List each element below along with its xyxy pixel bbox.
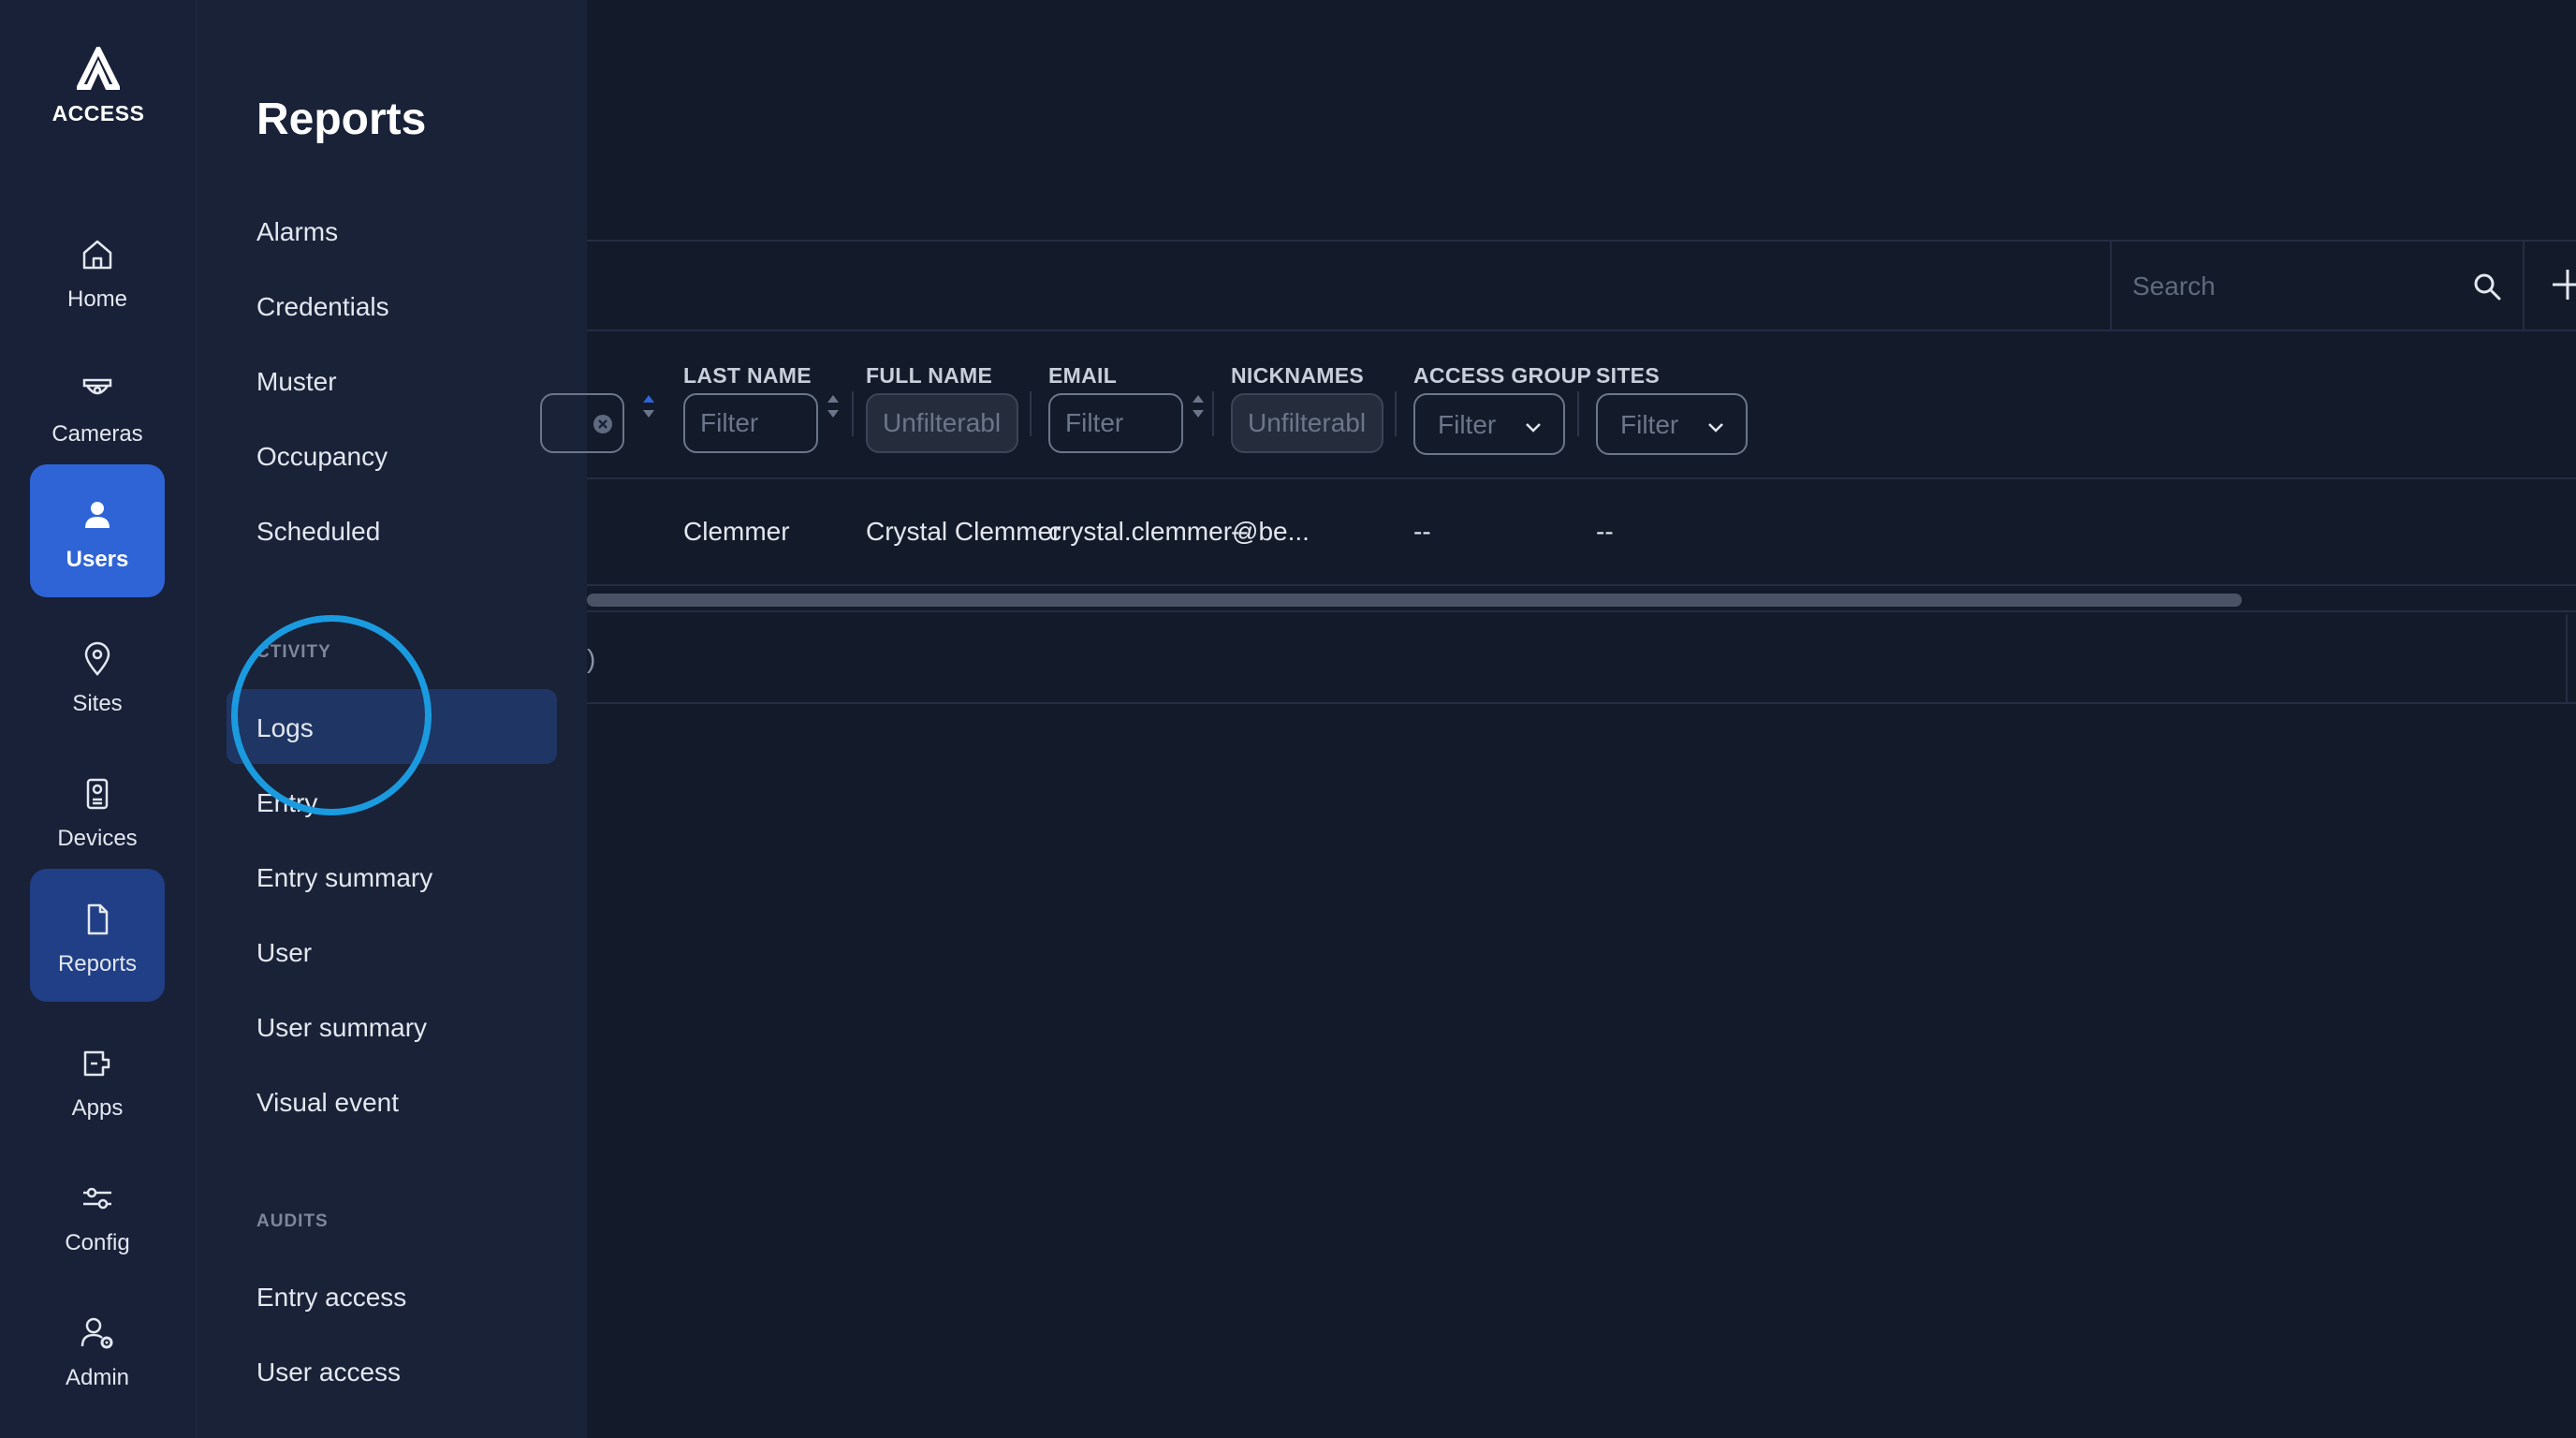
footer-edge-divider [2566, 614, 2568, 704]
location-pin-icon [84, 641, 110, 676]
nav-home-label: Home [66, 286, 128, 312]
nicknames-filter [1231, 393, 1383, 453]
app-root: ACCESS Home Cameras Users Sites Devices … [0, 0, 2576, 1438]
column-divider [1030, 391, 1032, 436]
apps-icon [83, 1050, 110, 1077]
sliders-icon [83, 1187, 111, 1210]
nav-apps[interactable]: Apps [30, 1013, 165, 1146]
column-divider [852, 391, 854, 436]
column-divider [1577, 391, 1579, 436]
col-header-last-name[interactable]: LAST NAME [683, 363, 812, 389]
col-header-nicknames[interactable]: NICKNAMES [1231, 363, 1364, 389]
search-box [2110, 242, 2525, 331]
cell-email: crystal.clemmer@be... [1048, 517, 1310, 546]
nav-reports[interactable]: Reports [30, 869, 165, 1002]
cell-last-name: Clemmer [683, 517, 790, 546]
brand-name: ACCESS [51, 101, 145, 125]
full-name-filter [866, 393, 1018, 453]
nav-apps-label: Apps [71, 1095, 124, 1121]
nav-users-label: Users [66, 547, 129, 572]
col-header-full-name[interactable]: FULL NAME [866, 363, 992, 389]
nav-cameras-label: Cameras [51, 421, 143, 447]
table-header-row: LAST NAME FULL NAME EMAIL NICKNAMES ACCE… [540, 333, 2576, 479]
access-group-filter-select[interactable]: Filter [1413, 393, 1565, 455]
user-gear-icon [80, 1317, 113, 1349]
cell-full-name: Crystal Clemmer [866, 517, 1061, 546]
search-input[interactable] [2132, 264, 2441, 309]
table-row[interactable]: Clemmer Crystal Clemmer crystal.clemmer@… [587, 481, 2576, 582]
access-logo-icon [77, 47, 120, 90]
table-footer: ) [587, 614, 2576, 704]
clear-filter-icon[interactable] [593, 414, 613, 434]
report-item-alarms[interactable]: Alarms [256, 217, 338, 247]
panel-title: Reports [256, 95, 427, 144]
table-toolbar [587, 240, 2576, 331]
nav-reports-label: Reports [57, 951, 138, 976]
chevron-down-icon [1526, 423, 1541, 433]
nav-config[interactable]: Config [30, 1148, 165, 1281]
nav-home[interactable]: Home [30, 204, 165, 337]
report-item-entry-access[interactable]: Entry access [256, 1283, 406, 1313]
report-item-scheduled[interactable]: Scheduled [256, 517, 380, 547]
sites-filter-select[interactable]: Filter [1596, 393, 1748, 455]
sort-last-name-icon[interactable] [824, 389, 842, 423]
section-label-audits: AUDITS [256, 1211, 329, 1231]
document-icon [87, 903, 109, 935]
device-icon [86, 778, 109, 810]
report-item-credentials[interactable]: Credentials [256, 292, 389, 322]
brand-logo[interactable]: ACCESS [0, 47, 197, 126]
cell-sites: -- [1596, 517, 1614, 546]
column-divider [1212, 391, 1214, 436]
report-item-muster[interactable]: Muster [256, 367, 337, 397]
sites-filter-value: Filter [1620, 410, 1679, 439]
report-item-entry-summary[interactable]: Entry summary [256, 863, 432, 893]
column-divider [1395, 391, 1397, 436]
nav-config-label: Config [65, 1230, 130, 1255]
main-content: LAST NAME FULL NAME EMAIL NICKNAMES ACCE… [540, 0, 2576, 1438]
nav-cameras[interactable]: Cameras [30, 339, 165, 472]
col-header-access-group[interactable]: ACCESS GROUP [1413, 363, 1591, 389]
col-header-sites[interactable]: SITES [1596, 363, 1660, 389]
report-item-visual-event[interactable]: Visual event [256, 1088, 399, 1118]
sort-email-icon[interactable] [1189, 389, 1208, 423]
nav-devices[interactable]: Devices [30, 743, 165, 876]
nav-admin[interactable]: Admin [30, 1283, 165, 1416]
camera-icon [82, 378, 112, 395]
left-nav-rail: ACCESS Home Cameras Users Sites Devices … [0, 0, 197, 1438]
nav-users[interactable]: Users [30, 464, 165, 597]
click-highlight-ring [231, 615, 432, 815]
report-item-user-access[interactable]: User access [256, 1357, 401, 1387]
cell-nicknames: -- [1231, 517, 1249, 546]
last-name-filter[interactable] [683, 393, 818, 453]
sort-first-name-icon[interactable] [639, 389, 658, 423]
report-item-occupancy[interactable]: Occupancy [256, 442, 388, 472]
col-header-email[interactable]: EMAIL [1048, 363, 1117, 389]
nav-sites[interactable]: Sites [30, 609, 165, 741]
email-filter[interactable] [1048, 393, 1183, 453]
horizontal-scrollbar[interactable] [587, 584, 2576, 612]
chevron-down-icon [1708, 423, 1723, 433]
nav-sites-label: Sites [72, 691, 123, 716]
add-icon[interactable] [2549, 266, 2576, 303]
user-icon [85, 502, 110, 528]
first-name-filter-partial[interactable] [540, 393, 624, 453]
nav-admin-label: Admin [65, 1365, 130, 1390]
nav-devices-label: Devices [57, 826, 138, 851]
search-icon[interactable] [2470, 270, 2504, 303]
scrollbar-thumb[interactable] [587, 594, 2242, 607]
home-icon [82, 240, 112, 270]
report-item-user-summary[interactable]: User summary [256, 1013, 427, 1043]
footer-text: ) [587, 644, 596, 673]
report-item-user[interactable]: User [256, 938, 312, 968]
access-group-filter-value: Filter [1438, 410, 1497, 439]
cell-access-group: -- [1413, 517, 1431, 546]
